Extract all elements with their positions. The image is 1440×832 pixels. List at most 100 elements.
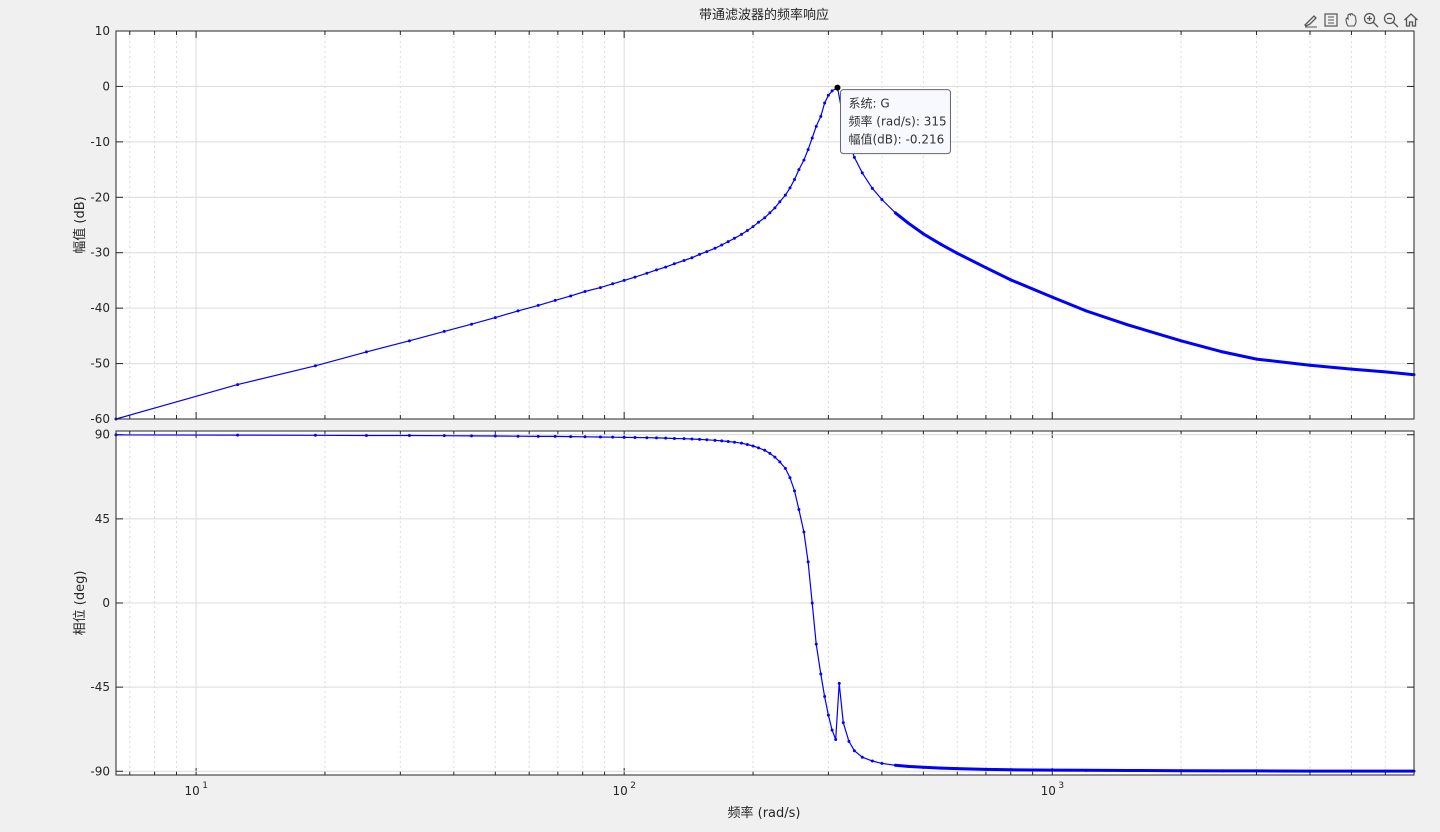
data-point [806, 148, 810, 152]
data-point [690, 437, 694, 441]
data-point [493, 434, 497, 438]
data-point [516, 309, 520, 313]
data-point [633, 275, 637, 279]
data-point [814, 642, 818, 646]
phase-axes[interactable]: 90450-45-9010 1 10 2 10 3 [90, 428, 1416, 798]
data-point [810, 136, 814, 140]
data-point [698, 437, 702, 441]
data-point [823, 694, 827, 698]
data-point [664, 265, 668, 269]
data-point [823, 101, 827, 105]
data-point [802, 530, 806, 534]
data-point [690, 256, 694, 260]
data-point [442, 434, 446, 438]
data-point [860, 171, 864, 175]
data-point [442, 329, 446, 333]
data-point [713, 438, 717, 442]
data-point [655, 436, 659, 440]
pan-icon[interactable] [1342, 11, 1360, 29]
data-point [860, 755, 864, 759]
data-point [806, 560, 810, 564]
data-point [516, 434, 520, 438]
data-point [740, 232, 744, 236]
phase-ylabel: 相位 (deg) [73, 571, 88, 636]
data-point [598, 286, 602, 290]
data-point [569, 435, 573, 439]
data-point [810, 601, 814, 605]
data-point [870, 759, 874, 763]
data-point [852, 749, 856, 753]
y-tick-label: 0 [102, 79, 110, 93]
y-tick-label: 0 [102, 596, 110, 610]
data-point [705, 250, 709, 254]
data-point [837, 681, 841, 685]
data-point [313, 364, 317, 368]
data-point [768, 451, 772, 455]
data-point [726, 240, 730, 244]
data-point [751, 225, 755, 229]
data-point [745, 442, 749, 446]
data-point [655, 268, 659, 272]
x-tick-exponent: 2 [630, 781, 636, 791]
data-point [236, 383, 240, 387]
data-point [797, 168, 801, 172]
data-point [407, 433, 411, 437]
data-point [470, 322, 474, 326]
y-tick-label: -60 [90, 412, 110, 426]
data-point [757, 220, 761, 224]
x-tick-exponent: 1 [202, 781, 208, 791]
y-tick-label: 90 [95, 428, 110, 442]
data-point [814, 124, 818, 128]
data-point [819, 672, 823, 676]
data-point [788, 476, 792, 480]
data-point [773, 206, 777, 210]
data-point [470, 434, 474, 438]
legend-icon[interactable] [1322, 11, 1340, 29]
datatip-frequency: 频率 (rad/s): 315 [848, 114, 946, 129]
data-point [611, 282, 615, 286]
datatip-marker[interactable] [834, 84, 841, 91]
data-point [705, 438, 709, 442]
data-point [740, 441, 744, 445]
figure-title: 带通滤波器的频率响应 [699, 7, 829, 23]
frequency-xlabel: 频率 (rad/s) [728, 805, 801, 821]
data-point [493, 316, 497, 320]
data-point [793, 489, 797, 493]
y-tick-label: 10 [95, 24, 110, 38]
zoom-out-icon[interactable] [1382, 11, 1400, 29]
data-point [536, 303, 540, 307]
data-point [763, 216, 767, 220]
data-point [536, 434, 540, 438]
data-point [757, 446, 761, 450]
y-tick-label: -20 [90, 190, 110, 204]
magnitude-axes[interactable]: 10 0 -10 -20 -30 -40 -50 -60 [90, 24, 1416, 426]
data-point [583, 435, 587, 439]
data-point [783, 466, 787, 470]
home-icon[interactable] [1402, 11, 1420, 29]
data-point [841, 721, 845, 725]
x-tick-label: 10 [1041, 784, 1056, 798]
data-point [682, 258, 686, 262]
zoom-in-icon[interactable] [1362, 11, 1380, 29]
data-point [569, 294, 573, 298]
data-point [682, 437, 686, 441]
x-tick-label: 10 [184, 784, 199, 798]
data-point [778, 200, 782, 204]
data-point [732, 236, 736, 240]
data-point [793, 178, 797, 182]
data-point [880, 761, 884, 765]
y-tick-label: -50 [90, 357, 110, 371]
edit-data-icon[interactable] [1302, 11, 1320, 29]
data-point [783, 193, 787, 197]
data-point [698, 252, 702, 256]
datatip-magnitude: 幅值(dB): -0.216 [848, 132, 944, 147]
datatip[interactable]: 系统: G 频率 (rad/s): 315 幅值(dB): -0.216 [834, 84, 951, 155]
data-point [751, 444, 755, 448]
data-point [802, 158, 806, 162]
data-point [745, 229, 749, 233]
magnitude-ylabel: 幅值 (dB) [72, 196, 88, 253]
data-point [633, 436, 637, 440]
data-point [622, 278, 626, 282]
bode-figure: 带通滤波器的频率响应 10 0 -10 -20 -30 -40 -50 -60 90 45 0 -4… [72, 7, 1416, 821]
data-point [622, 435, 626, 439]
